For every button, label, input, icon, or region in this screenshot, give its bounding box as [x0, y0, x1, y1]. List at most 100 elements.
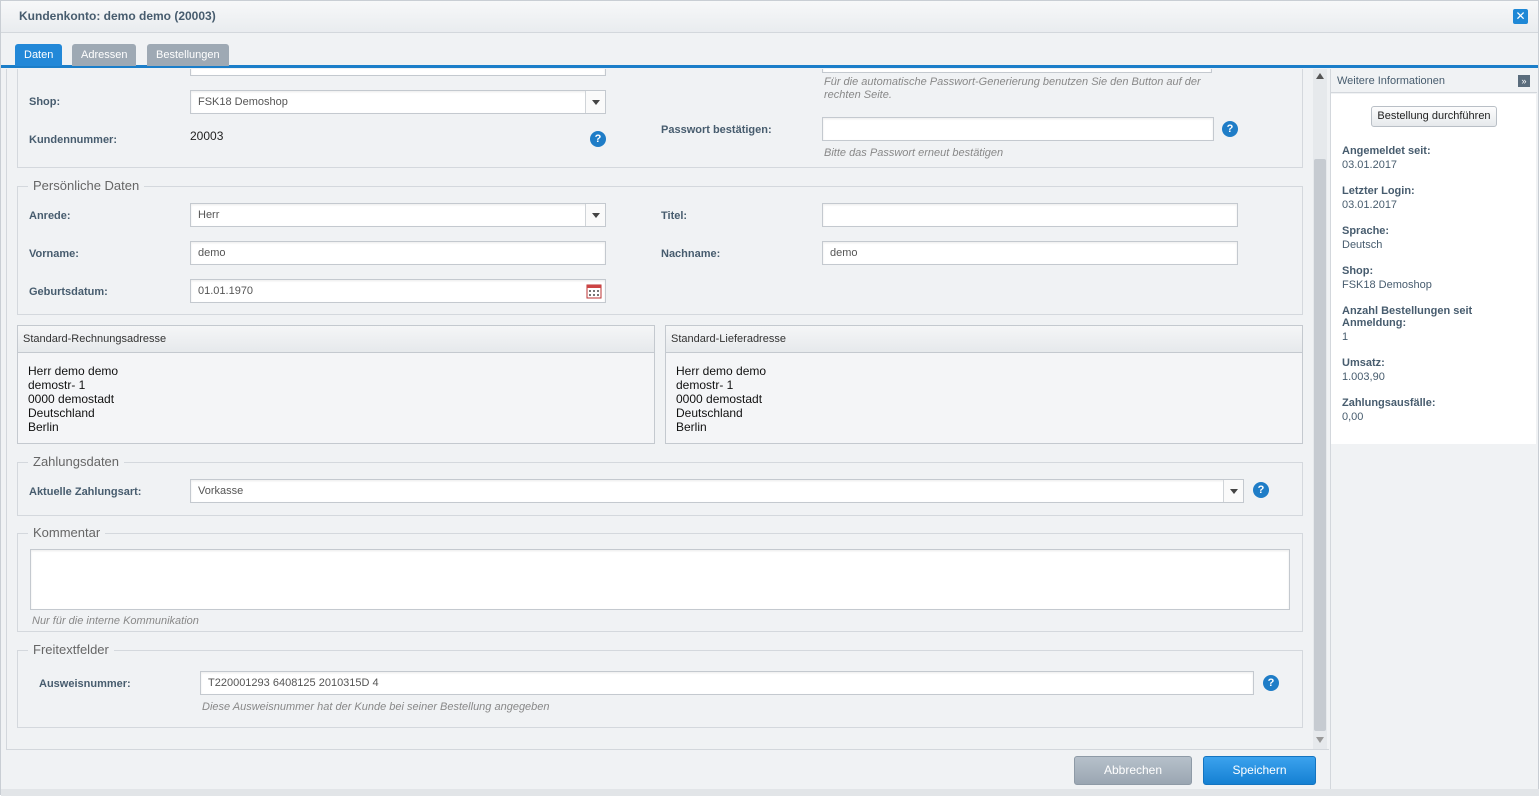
personal-data-fieldset: Persönliche Daten Anrede: Herr Titel: Vo…	[17, 178, 1303, 315]
password-hint: Für die automatische Passwort-Generierun…	[824, 76, 1201, 101]
id-number-field[interactable]: T220001293 6408125 2010315D 4	[200, 671, 1254, 695]
dialog-footer: Abbrechen Speichern	[6, 749, 1329, 789]
personal-data-legend: Persönliche Daten	[28, 178, 145, 193]
place-order-button[interactable]: Bestellung durchführen	[1371, 106, 1497, 127]
title-field[interactable]	[822, 203, 1238, 227]
tab-bar: Daten Adressen Bestellungen	[1, 34, 1538, 68]
password-confirm-field[interactable]	[822, 117, 1214, 141]
shipping-line: Deutschland	[676, 406, 743, 420]
password-confirm-label: Passwort bestätigen:	[661, 124, 772, 136]
close-icon[interactable]: ✕	[1513, 9, 1528, 24]
billing-line: demostr- 1	[28, 378, 86, 392]
info-label: Angemeldet seit:	[1342, 145, 1431, 157]
save-button[interactable]: Speichern	[1203, 756, 1316, 785]
sidebar-body: Bestellung durchführen Angemeldet seit: …	[1331, 94, 1536, 444]
billing-line: Deutschland	[28, 406, 95, 420]
info-value: 1	[1342, 331, 1349, 343]
info-sidebar: Weitere Informationen » Bestellung durch…	[1330, 69, 1537, 796]
lastname-label: Nachname:	[661, 248, 721, 260]
shipping-address-title: Standard-Lieferadresse	[666, 326, 1302, 353]
window-title: Kundenkonto: demo demo (20003)	[19, 9, 216, 23]
email-field[interactable]	[190, 69, 606, 76]
info-value: Deutsch	[1342, 239, 1383, 251]
collapse-icon[interactable]: »	[1518, 75, 1530, 87]
shipping-line: demostr- 1	[676, 378, 734, 392]
title-label: Titel:	[661, 210, 688, 222]
customer-account-window: Kundenkonto: demo demo (20003) ✕ Daten A…	[0, 0, 1539, 796]
tab-adressen[interactable]: Adressen	[72, 44, 137, 66]
payment-legend: Zahlungsdaten	[28, 454, 125, 469]
billing-line: 0000 demostadt	[28, 392, 115, 406]
payment-method-select[interactable]: Vorkasse	[190, 479, 1244, 503]
id-number-hint: Diese Ausweisnummer hat der Kunde bei se…	[202, 701, 550, 713]
title-bar[interactable]: Kundenkonto: demo demo (20003) ✕	[1, 1, 1538, 33]
payment-fieldset: Zahlungsdaten Aktuelle Zahlungsart: Vork…	[17, 454, 1303, 516]
chevron-down-icon[interactable]	[585, 204, 605, 226]
info-value: 1.003,90	[1342, 371, 1385, 383]
help-icon[interactable]: ?	[1263, 675, 1279, 691]
shipping-line: 0000 demostadt	[676, 392, 763, 406]
login-fieldset: Für die automatische Passwort-Generierun…	[17, 69, 1303, 168]
salutation-label: Anrede:	[29, 210, 71, 222]
firstname-field[interactable]: demo	[190, 241, 606, 265]
customer-number-label: Kundennummer:	[29, 134, 117, 146]
comment-textarea[interactable]	[30, 549, 1290, 610]
freetext-fieldset: Freitextfelder Ausweisnummer: T220001293…	[17, 642, 1303, 728]
billing-line: Herr demo demo	[28, 364, 119, 378]
info-label: Zahlungsausfälle:	[1342, 397, 1436, 409]
freetext-legend: Freitextfelder	[28, 642, 114, 657]
shop-select[interactable]: FSK18 Demoshop	[190, 90, 606, 114]
id-number-label: Ausweisnummer:	[39, 678, 131, 690]
birthday-label: Geburtsdatum:	[29, 286, 108, 298]
shop-label: Shop:	[29, 96, 61, 108]
salutation-select[interactable]: Herr	[190, 203, 606, 227]
sidebar-title: Weitere Informationen »	[1331, 69, 1537, 93]
comment-fieldset: Kommentar Nur für die interne Kommunikat…	[17, 525, 1303, 632]
help-icon[interactable]: ?	[1222, 121, 1238, 137]
info-value: FSK18 Demoshop	[1342, 279, 1432, 291]
comment-hint: Nur für die interne Kommunikation	[32, 615, 199, 627]
info-label: Umsatz:	[1342, 357, 1385, 369]
info-label: Letzter Login:	[1342, 185, 1415, 197]
calendar-icon[interactable]	[586, 283, 602, 299]
comment-legend: Kommentar	[28, 525, 106, 540]
chevron-down-icon[interactable]	[585, 91, 605, 113]
info-value: 03.01.2017	[1342, 199, 1398, 211]
billing-address-panel: Standard-Rechnungsadresse Herr demo demo…	[17, 325, 655, 444]
billing-address-title: Standard-Rechnungsadresse	[18, 326, 654, 353]
birthday-value: 01.01.1970	[198, 285, 254, 297]
shipping-address: Herr demo demo demostr- 1 0000 demostadt…	[676, 364, 766, 434]
info-value: 03.01.2017	[1342, 159, 1398, 171]
cancel-button[interactable]: Abbrechen	[1074, 756, 1192, 785]
chevron-down-icon[interactable]	[1223, 480, 1243, 502]
scroll-up-icon[interactable]	[1316, 73, 1324, 79]
shipping-line: Herr demo demo	[676, 364, 767, 378]
help-icon[interactable]: ?	[590, 131, 606, 147]
payment-method-label: Aktuelle Zahlungsart:	[29, 486, 142, 498]
scroll-down-icon[interactable]	[1316, 737, 1324, 743]
info-label: Shop:	[1342, 265, 1374, 277]
shipping-address-panel: Standard-Lieferadresse Herr demo demo de…	[665, 325, 1303, 444]
info-label: Anzahl Bestellungen seit Anmeldung:	[1342, 305, 1473, 329]
billing-line: Berlin	[28, 420, 59, 434]
vertical-scrollbar[interactable]	[1313, 69, 1327, 749]
info-label: Sprache:	[1342, 225, 1390, 237]
salutation-value: Herr	[198, 209, 220, 221]
shop-select-value: FSK18 Demoshop	[198, 96, 288, 108]
shipping-line: Berlin	[676, 420, 707, 434]
scrollbar-thumb[interactable]	[1314, 159, 1326, 731]
billing-address: Herr demo demo demostr- 1 0000 demostadt…	[28, 364, 118, 434]
main-form: Für die automatische Passwort-Generierun…	[6, 69, 1329, 749]
tab-bestellungen[interactable]: Bestellungen	[147, 44, 229, 66]
password-field[interactable]	[822, 69, 1212, 73]
lastname-field[interactable]: demo	[822, 241, 1238, 265]
payment-method-value: Vorkasse	[198, 485, 244, 497]
info-value: 0,00	[1342, 411, 1364, 423]
firstname-label: Vorname:	[29, 248, 79, 260]
help-icon[interactable]: ?	[1253, 482, 1269, 498]
password-confirm-hint: Bitte das Passwort erneut bestätigen	[824, 147, 1004, 159]
customer-number-value: 20003	[190, 129, 224, 143]
sidebar-title-text: Weitere Informationen	[1337, 75, 1446, 87]
tab-daten[interactable]: Daten	[15, 44, 63, 66]
birthday-field[interactable]: 01.01.1970	[190, 279, 606, 303]
